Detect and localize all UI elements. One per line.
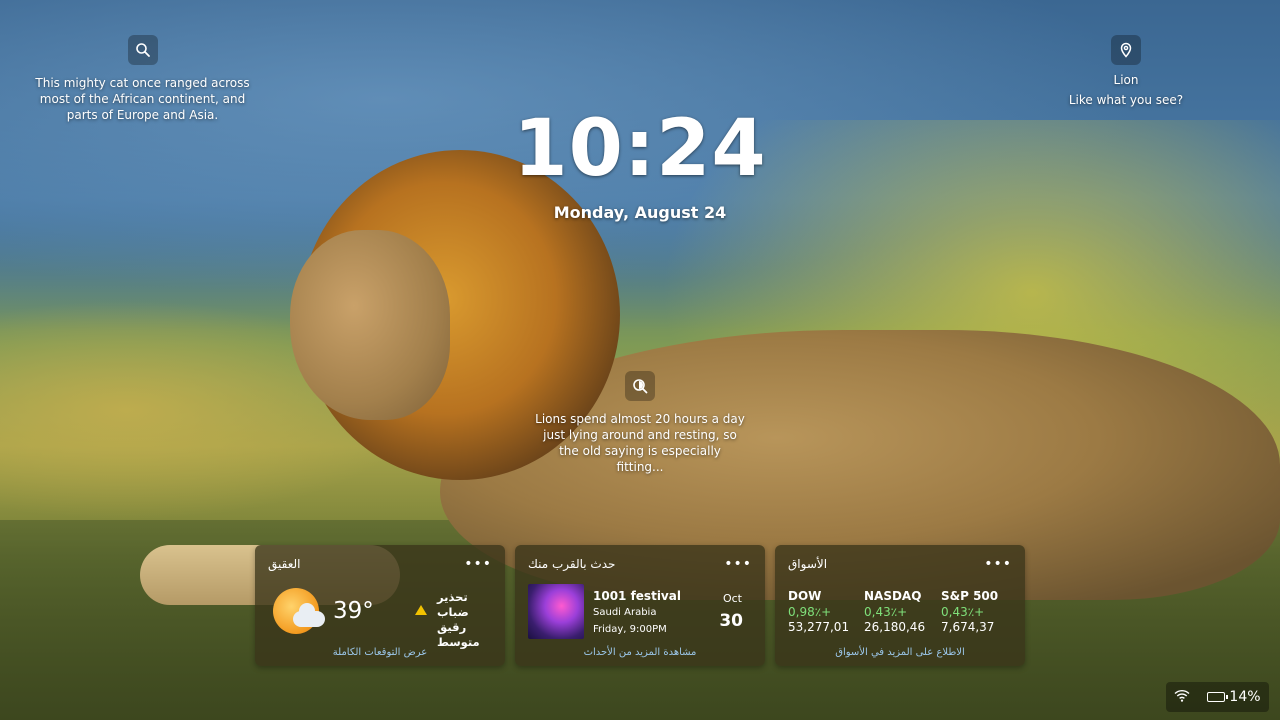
clock-time: 10:24 [513,104,767,194]
event-day: 30 [719,611,743,631]
weather-widget[interactable]: ••• العقيق 39° تحذير ضباب رقيق متوسط عرض… [255,545,505,666]
background-grass-left [0,300,420,520]
full-forecast-link[interactable]: عرض التوقعات الكاملة [255,647,505,658]
battery-icon [1207,692,1229,702]
cloud-shape [293,603,325,627]
index-value: 26,180,46 [864,620,926,634]
markets-widget[interactable]: الأسواق ••• DOW 0,98٪+ 53,277,01 NASDAQ … [775,545,1025,666]
fact-right-title: Lion [1113,73,1139,87]
index-name: NASDAQ [864,589,922,603]
index-value: 7,674,37 [941,620,995,634]
event-month: Oct [722,592,742,605]
warning-icon [415,605,427,615]
widget-title: العقيق [268,557,301,571]
index-name: DOW [788,589,822,603]
fact-right: Lion Like what you see? [1060,35,1192,107]
more-options-button[interactable]: ••• [724,557,752,571]
index-change: 0,43٪+ [864,605,908,619]
event-location: Saudi Arabia [593,607,657,618]
wifi-icon[interactable] [1174,689,1190,706]
battery-level: 14% [1229,689,1261,705]
index-value: 53,277,01 [788,620,850,634]
widget-title: الأسواق [788,557,828,571]
status-tray: 14% [1166,682,1269,712]
index-change: 0,43٪+ [941,605,985,619]
more-options-button[interactable]: ••• [984,557,1012,571]
event-name[interactable]: 1001 festival [593,589,681,603]
market-index[interactable]: NASDAQ 0,43٪+ 26,180,46 [864,589,934,634]
event-thumbnail[interactable] [528,584,584,639]
index-change: 0,98٪+ [788,605,832,619]
zoom-icon[interactable] [625,371,655,401]
more-markets-link[interactable]: الاطلاع على المزيد في الأسواق [775,647,1025,658]
index-name: S&P 500 [941,589,999,603]
temperature: 39° [333,598,374,624]
events-widget[interactable]: حدث بالقرب منك ••• 1001 festival Saudi A… [515,545,765,666]
more-options-button[interactable]: ••• [464,557,492,571]
market-index[interactable]: S&P 500 0,43٪+ 7,674,37 [941,589,1011,634]
widget-title: حدث بالقرب منك [528,557,616,571]
event-time: Friday, 9:00PM [593,624,667,635]
fact-center-text: Lions spend almost 20 hours a day just l… [535,412,745,474]
more-events-link[interactable]: مشاهدة المزيد من الأحداث [515,647,765,658]
weather-warning: تحذير ضباب رقيق متوسط [437,590,480,649]
search-icon[interactable] [127,35,158,65]
fact-center: Lions spend almost 20 hours a day just l… [535,371,745,475]
location-pin-icon[interactable] [1111,35,1141,65]
clock-date: Monday, August 24 [553,203,727,222]
market-index[interactable]: DOW 0,98٪+ 53,277,01 [788,589,858,634]
lion-face [290,230,450,420]
